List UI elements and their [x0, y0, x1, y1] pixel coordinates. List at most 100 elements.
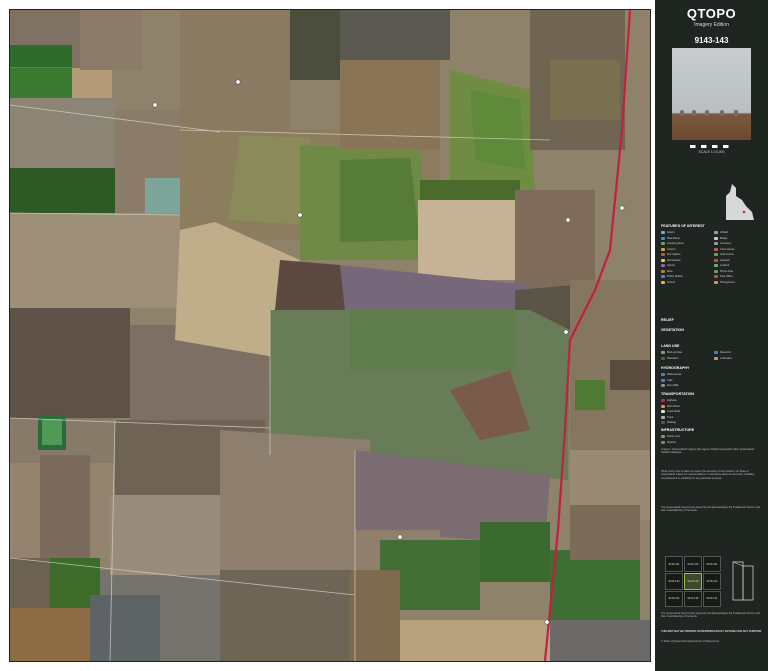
- transportation-label: Railway: [667, 421, 677, 425]
- adjoining-sheet-cell: 9143-411: [665, 556, 683, 573]
- legend-vegetation-heading: VEGETATION: [661, 328, 684, 332]
- land-use-label: Cultivation: [720, 356, 733, 360]
- feature-label: Showground: [720, 280, 735, 284]
- infrastructure-swatch-icon: [661, 435, 665, 439]
- hydrography-legend-item: Dam Wall: [661, 383, 763, 389]
- feature-label: Mine: [667, 269, 673, 273]
- feature-swatch-icon: [714, 258, 718, 262]
- feature-label: Court House: [720, 247, 735, 251]
- hydrography-swatch-icon: [661, 384, 665, 388]
- feature-swatch-icon: [661, 258, 665, 262]
- transportation-label: Main Road: [667, 404, 680, 408]
- map-imagery-canvas[interactable]: [10, 10, 650, 661]
- feature-label: Hospital: [720, 258, 730, 262]
- infrastructure-label: Pipeline: [667, 440, 677, 444]
- land-use-label: Reservoir: [720, 351, 732, 355]
- land-use-legend-item: Cultivation: [714, 356, 763, 362]
- feature-label: Fire Station: [667, 253, 681, 257]
- feature-swatch-icon: [661, 253, 665, 257]
- feature-label: Picnic Area: [720, 269, 733, 273]
- transportation-swatch-icon: [661, 415, 665, 419]
- legend-relief-heading: RELIEF: [661, 318, 674, 322]
- sheet-number: 9143-143: [694, 36, 729, 45]
- land-use-swatch-icon: [714, 356, 718, 360]
- transportation-swatch-icon: [661, 404, 665, 408]
- sheet-fold-diagram-icon: [732, 561, 754, 601]
- feature-swatch-icon: [714, 253, 718, 257]
- adjoining-sheets-diagram: 9143-411 9143-412 9143-421 9143-133 9143-143…: [665, 556, 721, 607]
- feature-label: Airport: [667, 231, 675, 235]
- feature-swatch-icon: [661, 242, 665, 246]
- infrastructure-label: Power Line: [667, 435, 680, 439]
- feature-swatch-icon: [661, 264, 665, 268]
- feature-label: School: [667, 280, 675, 284]
- land-use-swatch-icon: [661, 356, 665, 360]
- feature-swatch-icon: [714, 269, 718, 273]
- land-use-legend-item: Plantation: [661, 356, 710, 362]
- adjoining-sheet-cell: 9143-144: [703, 573, 721, 590]
- feature-label: Camping Area: [667, 242, 684, 246]
- legend-transportation-list: Highway Main Road Local Road Track Railway: [661, 398, 763, 426]
- feature-swatch-icon: [661, 247, 665, 251]
- feature-label: Airfield: [720, 231, 728, 235]
- feature-label: Cemetery: [720, 242, 732, 246]
- feature-swatch-icon: [661, 269, 665, 273]
- legend-infrastructure-heading: INFRASTRUCTURE: [661, 428, 695, 432]
- feature-label: Boat Ramp: [667, 236, 680, 240]
- hydrography-label: Dam Wall: [667, 384, 679, 388]
- transportation-swatch-icon: [661, 421, 665, 425]
- legend-hydrography-list: Watercourse Lake Dam Wall: [661, 372, 763, 389]
- transportation-swatch-icon: [661, 410, 665, 414]
- legend-transportation-heading: TRANSPORTATION: [661, 392, 695, 396]
- queensland-location-map-icon: [726, 184, 754, 220]
- feature-label: Church: [667, 247, 676, 251]
- feature-swatch-icon: [661, 236, 665, 240]
- feature-swatch-icon: [714, 242, 718, 246]
- feature-label: Bridge: [720, 236, 728, 240]
- feature-swatch-icon: [714, 264, 718, 268]
- imagery-note: Imagery: Queensland Imagery (QImagery). …: [661, 448, 754, 455]
- map-sheet: QTOPO Imagery Edition 9143-143 SCALE 1:1…: [0, 0, 768, 671]
- transportation-swatch-icon: [661, 399, 665, 403]
- feature-swatch-icon: [714, 236, 718, 240]
- land-use-swatch-icon: [714, 351, 718, 355]
- feature-legend-item: Showground: [714, 280, 763, 286]
- adjoining-sheet-cell: 9143-133: [665, 573, 683, 590]
- legend-land-use-heading: LAND USE: [661, 344, 680, 348]
- infrastructure-legend-item: Pipeline: [661, 440, 763, 446]
- feature-label: Golf Course: [720, 253, 734, 257]
- legend-land-use-list: Built-up Area Reservoir Plantation Cultivat…: [661, 350, 763, 361]
- adjoining-sheet-cell: 9143-132: [684, 590, 702, 607]
- acknowledgement-footer: The Queensland Government supports and a…: [661, 612, 760, 619]
- adjoining-sheet-cell: 9143-143: [684, 573, 702, 590]
- hydrography-label: Lake: [667, 378, 673, 382]
- imagery-map[interactable]: [9, 9, 651, 662]
- land-use-swatch-icon: [661, 351, 665, 355]
- adjoining-sheet-cell: 9143-412: [684, 556, 702, 573]
- feature-label: Lookout: [720, 264, 730, 268]
- feature-swatch-icon: [714, 275, 718, 279]
- infrastructure-swatch-icon: [661, 440, 665, 444]
- cover-photo: [672, 48, 751, 140]
- adjoining-sheet-cell: 9143-131: [665, 590, 683, 607]
- hydrography-label: Watercourse: [667, 373, 682, 377]
- hydrography-swatch-icon: [661, 378, 665, 382]
- land-use-label: Plantation: [667, 356, 679, 360]
- feature-swatch-icon: [661, 231, 665, 235]
- transportation-label: Local Road: [667, 410, 681, 414]
- scale-text: SCALE 1:10,000: [698, 150, 725, 154]
- copyright-text: © State of Queensland (Department of Res…: [661, 640, 720, 643]
- product-title: QTOPO: [686, 6, 737, 21]
- adjoining-sheet-cell: 9143-421: [703, 556, 721, 573]
- legend-features-list: Airport Airfield Boat Ramp Bridge Camping Ar…: [661, 230, 763, 285]
- feature-swatch-icon: [714, 280, 718, 284]
- transportation-label: Track: [667, 415, 674, 419]
- feature-label: Homestead: [667, 258, 681, 262]
- legend-hydrography-heading: HYDROGRAPHY: [661, 366, 690, 370]
- feature-swatch-icon: [661, 275, 665, 279]
- feature-label: Police Station: [667, 275, 683, 279]
- feature-swatch-icon: [661, 280, 665, 284]
- hydrography-swatch-icon: [661, 373, 665, 377]
- transportation-label: Highway: [667, 399, 677, 403]
- adjoining-sheet-cell: 9143-141: [703, 590, 721, 607]
